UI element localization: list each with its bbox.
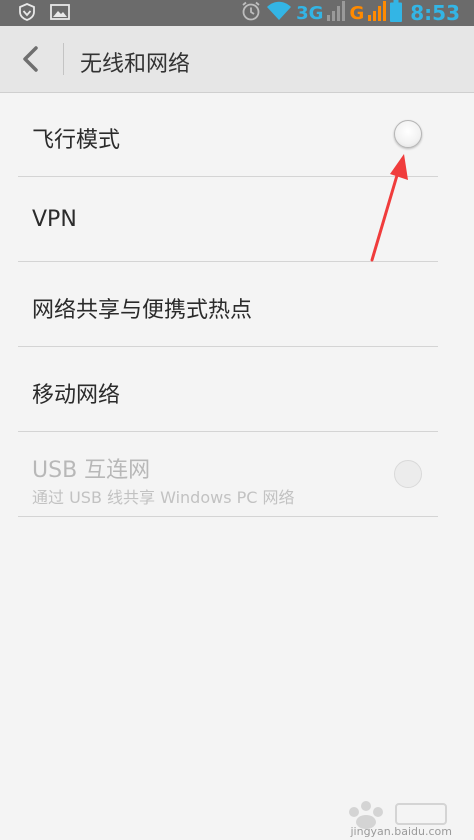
setting-title: 移动网络 [32,383,121,408]
battery-icon [390,0,403,26]
chevron-left-icon [14,46,50,82]
signal-icon [327,1,346,25]
watermark-text: jingyan.baidu.com [350,825,452,838]
action-bar: 无线和网络 [0,26,474,93]
annotation-arrow-icon [370,154,408,262]
wifi-icon [266,1,292,25]
setting-tethering-hotspot[interactable]: 网络共享与便携式热点 [0,262,474,347]
signal-icon [368,1,387,25]
shield-icon [18,3,36,25]
setting-title: 网络共享与便携式热点 [32,298,253,323]
setting-usb-internet: USB 互连网 通过 USB 线共享 Windows PC 网络 [0,432,474,517]
setting-subtitle: 通过 USB 线共享 Windows PC 网络 [32,488,295,507]
setting-title: 飞行模式 [32,128,121,153]
network-type-g: G [349,2,365,24]
row-divider [18,516,438,517]
image-icon [50,3,70,25]
setting-mobile-network[interactable]: 移动网络 [0,347,474,432]
action-bar-divider [63,43,64,75]
network-type-3g: 3G [296,2,324,24]
alarm-icon [240,0,262,26]
airplane-mode-radio[interactable] [394,120,422,148]
setting-title: VPN [32,207,77,232]
status-time: 8:53 [410,1,460,25]
usb-internet-radio [394,460,422,488]
page-title: 无线和网络 [80,52,191,77]
setting-title: USB 互连网 [32,458,151,483]
status-bar: 3G G 8:53 [0,0,474,26]
back-button[interactable] [14,40,50,78]
